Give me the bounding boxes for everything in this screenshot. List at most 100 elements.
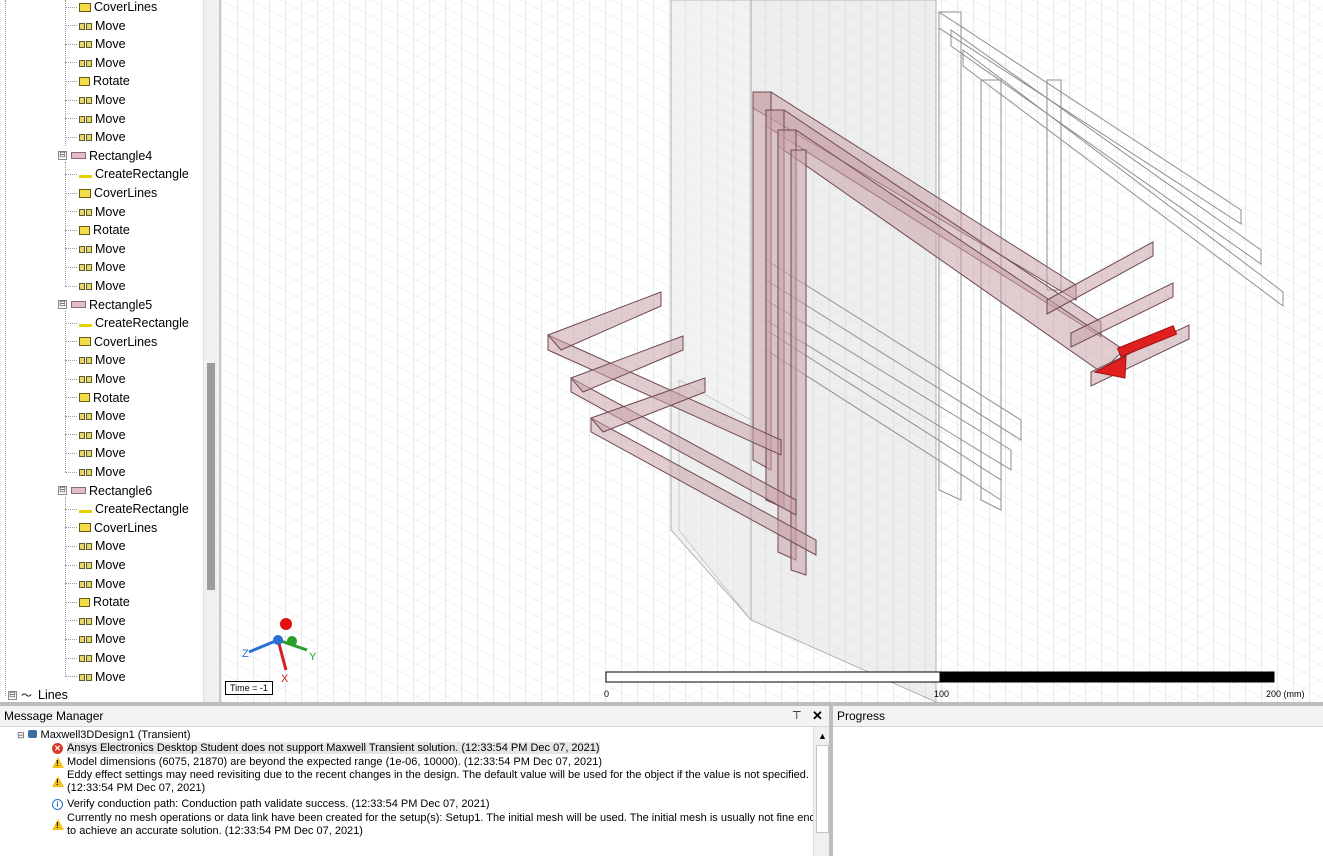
collapse-icon[interactable]: ⊟ [58, 151, 67, 161]
tree-item-operation[interactable]: CoverLines [65, 184, 157, 202]
move-icon [79, 262, 92, 272]
warning-icon: ! [52, 757, 64, 768]
close-icon[interactable]: ✕ [812, 706, 823, 726]
collapse-icon[interactable]: ⊟ [58, 300, 67, 310]
collapse-icon[interactable]: ⊟ [17, 730, 25, 740]
tree-item-operation[interactable]: Move [65, 110, 126, 128]
tree-item-operation[interactable]: CreateRectangle [65, 500, 189, 518]
tree-connector [65, 508, 77, 510]
tree-item-operation[interactable]: CreateRectangle [65, 314, 189, 332]
collapse-icon[interactable]: ⊟ [8, 690, 17, 700]
scale-label-0: 0 [604, 689, 610, 699]
tree-connector [65, 6, 77, 8]
tree-item-operation[interactable]: Move [65, 240, 126, 258]
tree-connector [65, 229, 77, 231]
model-tree-panel: CoverLines Move Move Move Rotate Move Move Move… [0, 0, 219, 702]
3d-modeler-viewport[interactable]: Z Y X Time = -1 0 100 200 (mm) [221, 0, 1323, 702]
tree-item-operation[interactable]: Move [65, 203, 126, 221]
design-node[interactable]: ⊟ Maxwell3DDesign1 (Transient) [17, 729, 191, 741]
tree-item-label: Rectangle5 [89, 297, 153, 312]
tree-item-operation[interactable]: Rotate [65, 221, 130, 239]
tree-item-operation[interactable]: Move [65, 556, 126, 574]
error-icon: ✕ [52, 743, 63, 754]
move-icon [79, 653, 92, 663]
tree-item-label: Rotate [93, 74, 130, 89]
pin-icon[interactable]: ⊤ [792, 706, 802, 726]
scale-bar [605, 671, 1275, 683]
rectangle-icon [71, 152, 86, 160]
move-icon [79, 21, 92, 31]
tree-item-operation[interactable]: CoverLines [65, 519, 157, 537]
tree-item-operation[interactable]: Move [65, 444, 126, 462]
message-manager-header: Message Manager ⊤ ✕ [0, 706, 829, 727]
tree-item-operation[interactable]: Move [65, 630, 126, 648]
tree-item-operation[interactable]: Move [65, 128, 126, 146]
tree-item-operation[interactable]: Move [65, 17, 126, 35]
tree-item-operation[interactable]: Move [65, 91, 126, 109]
move-icon [79, 281, 92, 291]
tree-item-operation[interactable]: Move [65, 370, 126, 388]
tree-item-operation[interactable]: Move [65, 54, 126, 72]
message-text: Currently no mesh operations or data lin… [67, 812, 834, 824]
tree-item-label: CoverLines [94, 0, 158, 14]
tree-item-operation[interactable]: Move [65, 537, 126, 555]
tree-item-label: CreateRectangle [95, 502, 189, 517]
tree-item-label: CreateRectangle [95, 167, 189, 182]
scroll-up-icon[interactable]: ▲ [818, 731, 827, 741]
tree-item-label: Move [95, 241, 126, 256]
collapse-icon[interactable]: ⊟ [58, 486, 67, 496]
tree-item-object[interactable]: ⊟ Rectangle4 [58, 147, 152, 165]
tree-item-label: Move [95, 260, 126, 275]
tree-connector [65, 527, 77, 529]
tree-connector [65, 118, 77, 120]
tree-item-operation[interactable]: Move [65, 668, 126, 686]
tree-connector [65, 136, 77, 138]
tree-item-label: Rotate [93, 223, 130, 238]
message-manager-title: Message Manager [4, 709, 104, 723]
tree-item-operation[interactable]: Rotate [65, 389, 130, 407]
message-text-selected[interactable]: Ansys Electronics Desktop Student does n… [67, 742, 600, 754]
tree-scroll-thumb[interactable] [207, 363, 215, 590]
tree-scrollbar[interactable] [203, 0, 219, 702]
tree-item-operation[interactable]: CreateRectangle [65, 165, 189, 183]
tree-item-operation[interactable]: Move [65, 426, 126, 444]
tree-item-operation[interactable]: Move [65, 575, 126, 593]
tree-item-operation[interactable]: Move [65, 258, 126, 276]
tree-item-operation[interactable]: Move [65, 35, 126, 53]
tree-item-operation[interactable]: Move [65, 351, 126, 369]
tree-item-label: Rotate [93, 390, 130, 405]
tree-item-operation[interactable]: CoverLines [65, 333, 157, 351]
tree-item-label: Move [95, 130, 126, 145]
tree-item-operation[interactable]: Move [65, 612, 126, 630]
tree-connector [65, 620, 77, 622]
tree-item-operation[interactable]: Move [65, 463, 126, 481]
tree-item-object[interactable]: ⊟ Rectangle5 [58, 296, 152, 314]
move-icon [79, 244, 92, 254]
tree-item-operation[interactable]: Move [65, 407, 126, 425]
cover-lines-icon [79, 188, 91, 198]
progress-panel: Progress [833, 706, 1323, 856]
message-scroll-thumb[interactable] [816, 745, 829, 833]
tree-connector [65, 676, 77, 678]
tree-connector [65, 638, 77, 640]
tree-item-label: Rectangle4 [89, 148, 153, 163]
lines-icon: 〜 [21, 690, 32, 702]
tree-connector [65, 248, 77, 250]
move-icon [79, 39, 92, 49]
tree-item-operation[interactable]: CoverLines [65, 0, 157, 16]
move-icon [79, 467, 92, 477]
tree-connector [65, 341, 77, 343]
tree-item-object[interactable]: ⊟ Rectangle6 [58, 482, 152, 500]
tree-connector [65, 99, 77, 101]
tree-item-label: Move [95, 37, 126, 52]
tree-item-operation[interactable]: Move [65, 649, 126, 667]
tree-item-operation[interactable]: Move [65, 277, 126, 295]
tree-item-label: CoverLines [94, 186, 158, 200]
tree-item-label: Rotate [93, 595, 130, 610]
message-scrollbar[interactable]: ▲ [813, 727, 830, 856]
tree-item-operation[interactable]: Rotate [65, 72, 130, 90]
tree-item-label: Move [95, 372, 126, 386]
tree-guide-line [5, 0, 6, 696]
tree-item-group[interactable]: ⊟ 〜 Lines [8, 686, 68, 702]
tree-item-operation[interactable]: Rotate [65, 593, 130, 611]
